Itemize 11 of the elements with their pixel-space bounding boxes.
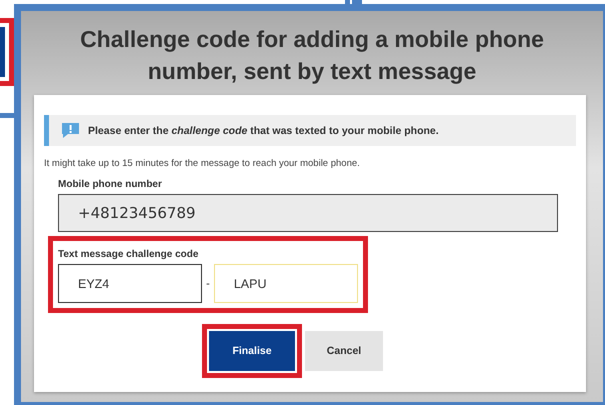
- cancel-button[interactable]: Cancel: [305, 331, 383, 371]
- separator-text: -: [206, 278, 210, 290]
- field-label: Mobile phone number: [58, 179, 163, 190]
- dialog-title: Challenge code for adding a mobile phone number, sent by text message: [79, 25, 545, 86]
- speech-bubble-icon: [61, 122, 80, 139]
- finalise-button[interactable]: Finalise: [209, 331, 295, 371]
- notice-text: Please enter the challenge code that was texted to your mobile phone.: [88, 124, 439, 136]
- code-field[interactable]: EYZ4: [58, 264, 202, 303]
- code-field[interactable]: LAPU: [214, 264, 358, 303]
- hint-text: It might take up to 15 minutes for the message to reach your mobile phone.: [44, 158, 361, 169]
- field-label: Text message challenge code: [58, 249, 200, 260]
